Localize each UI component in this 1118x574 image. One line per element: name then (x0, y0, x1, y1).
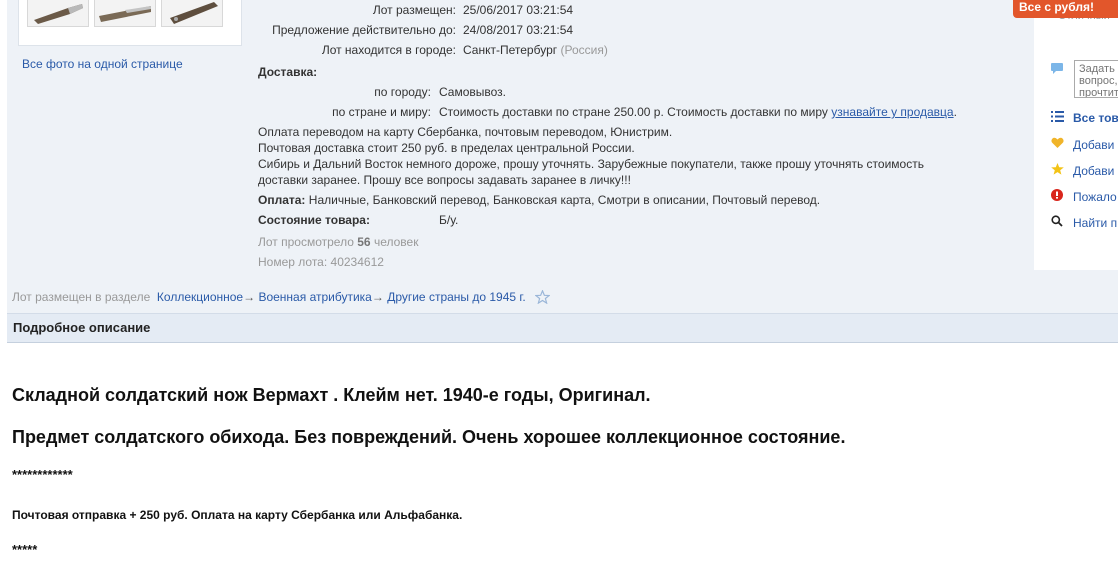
delivery-note: Сибирь и Дальний Восток немного дороже, … (258, 157, 924, 171)
photo-gallery (18, 0, 242, 46)
description-line: Предмет солдатского обихода. Без поврежд… (12, 427, 846, 447)
sidebar-item-all-goods[interactable]: Все тов (1050, 111, 1118, 125)
delivery-heading: Доставка: (258, 65, 318, 79)
description-line: Почтовая отправка + 250 руб. Оплата на к… (12, 508, 463, 522)
search-icon (1050, 215, 1064, 230)
photo-thumbnail[interactable] (27, 0, 89, 27)
breadcrumb-separator: → (371, 290, 384, 304)
speech-bubble-icon (1050, 62, 1064, 78)
valid-until-label: Предложение действительно до: (272, 23, 456, 37)
ask-question-row (1050, 62, 1073, 78)
question-input[interactable] (1074, 60, 1118, 98)
sidebar-item-report[interactable]: Пожало (1050, 189, 1117, 204)
auction-badge: Все с рубля! (1013, 0, 1118, 18)
payment-value: Наличные, Банковский перевод, Банковская… (308, 193, 821, 207)
lot-number: Номер лота: 40234612 (258, 255, 384, 269)
delivery-world-text: Стоимость доставки по стране 250.00 р. С… (439, 105, 828, 119)
condition-value: Б/у. (439, 213, 459, 227)
city-name: Санкт-Петербург (463, 43, 558, 57)
delivery-note: Почтовая доставка стоит 250 руб. в преде… (258, 141, 635, 155)
delivery-city-label: по городу: (374, 85, 431, 99)
description-separator: ***** (12, 542, 38, 557)
payment-row: Оплата: Наличные, Банковский перевод, Ба… (258, 193, 820, 207)
delivery-note: Оплата переводом на карту Сбербанка, поч… (258, 125, 673, 139)
delivery-note: доставки заранее. Прошу все вопросы зада… (258, 173, 631, 187)
sidebar-item-label: Пожало (1073, 190, 1117, 204)
delivery-world-value: Стоимость доставки по стране 250.00 р. С… (439, 105, 957, 119)
views-prefix: Лот просмотрело (258, 235, 354, 249)
breadcrumb-item[interactable]: Коллекционное (157, 290, 243, 304)
sidebar-item-label: Добави (1073, 138, 1115, 152)
alert-icon (1050, 189, 1064, 204)
breadcrumb-separator: → (243, 290, 256, 304)
city-value: Санкт-Петербург (Россия) (463, 43, 608, 57)
photo-thumbnail[interactable] (161, 0, 223, 27)
ask-seller-link[interactable]: узнавайте у продавца (831, 105, 953, 119)
sidebar-item-label: Все тов (1073, 111, 1118, 125)
sidebar-item-label: Добави (1073, 164, 1115, 178)
city-label: Лот находится в городе: (321, 43, 456, 57)
description-line: Складной солдатский нож Вермахт . Клейм … (12, 385, 651, 405)
description-tab[interactable]: Подробное описание (7, 313, 1118, 343)
delivery-world-label: по стране и миру: (332, 105, 431, 119)
posted-label: Лот размещен: (372, 3, 456, 17)
views-suffix: человек (373, 235, 419, 249)
sidebar-item-find-similar[interactable]: Найти п (1050, 215, 1117, 230)
breadcrumb-item[interactable]: Другие страны до 1945 г. (387, 290, 525, 304)
description-tab-label: Подробное описание (13, 320, 151, 335)
sidebar-item-watch[interactable]: Добави (1050, 163, 1114, 178)
photo-thumbnail[interactable] (94, 0, 156, 27)
posted-value: 25/06/2017 03:21:54 (463, 3, 574, 17)
payment-label: Оплата: (258, 193, 306, 207)
sidebar-item-label: Найти п (1073, 216, 1118, 230)
delivery-city-value: Самовывоз. (439, 85, 507, 99)
list-icon (1050, 111, 1064, 125)
views-number: 56 (357, 235, 371, 249)
star-icon (1050, 163, 1064, 178)
breadcrumb-prefix: Лот размещен в разделе (12, 290, 151, 304)
country-name: (Россия) (560, 43, 608, 57)
views-count: Лот просмотрело 56 человек (258, 235, 418, 249)
condition-label: Состояние товара: (258, 213, 370, 227)
sidebar-item-favorites[interactable]: Добави (1050, 137, 1114, 152)
description-separator: ************ (12, 467, 73, 482)
all-photos-link[interactable]: Все фото на одной странице (22, 57, 183, 71)
category-breadcrumb: Лот размещен в разделе Коллекционное→ Во… (12, 289, 551, 307)
breadcrumb-item[interactable]: Военная атрибутика (258, 290, 371, 304)
valid-until-value: 24/08/2017 03:21:54 (463, 23, 574, 37)
heart-icon (1050, 137, 1064, 152)
star-outline-icon[interactable] (534, 289, 551, 307)
